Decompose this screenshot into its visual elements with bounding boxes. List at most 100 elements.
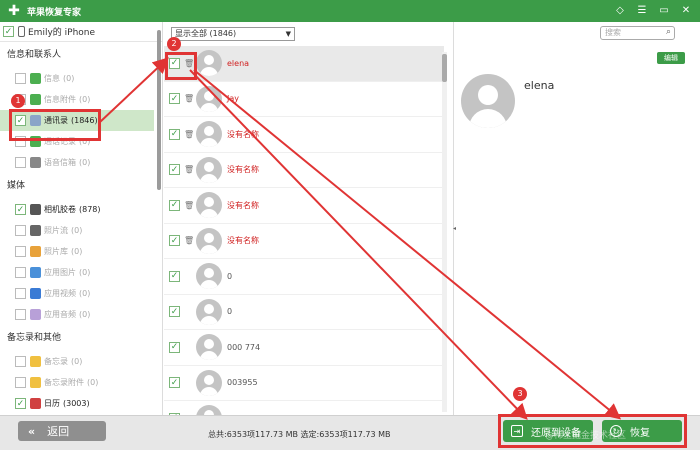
step-badge-1: 1 bbox=[11, 94, 25, 108]
device-row[interactable]: ✓ Emily的 iPhone bbox=[0, 22, 162, 42]
contact-row[interactable]: ✓ 🗑 elena bbox=[164, 46, 444, 82]
sidebar-item-count: (878) bbox=[79, 205, 101, 214]
list-scroll-thumb[interactable] bbox=[442, 54, 447, 82]
sidebar-item-checkbox[interactable] bbox=[15, 267, 26, 278]
settings-icon[interactable]: ☰ bbox=[634, 2, 650, 18]
notes-attach-icon bbox=[30, 377, 41, 388]
sidebar-item-count: (0) bbox=[79, 310, 91, 319]
sidebar-item-checkbox[interactable] bbox=[15, 136, 26, 147]
edit-button[interactable]: 编辑 bbox=[657, 52, 685, 64]
sidebar-group-title: 信息和联系人 bbox=[7, 50, 62, 60]
sidebar-item-label: 照片库 bbox=[44, 247, 68, 256]
contact-checkbox[interactable]: ✓ bbox=[169, 377, 180, 389]
diamond-icon[interactable]: ◇ bbox=[612, 2, 628, 18]
trash-icon: 🗑 bbox=[184, 236, 195, 246]
contact-name: 没有名称 bbox=[227, 129, 259, 139]
app-photo-icon bbox=[30, 267, 41, 278]
contact-checkbox[interactable]: ✓ bbox=[169, 306, 180, 318]
contact-checkbox[interactable]: ✓ bbox=[169, 270, 180, 282]
sidebar-item-count: (0) bbox=[63, 74, 75, 83]
contact-checkbox[interactable]: ✓ bbox=[169, 341, 180, 353]
contact-checkbox[interactable]: ✓ bbox=[169, 57, 180, 69]
contact-checkbox[interactable]: ✓ bbox=[169, 128, 180, 140]
sidebar-item-checkbox[interactable] bbox=[15, 225, 26, 236]
camera-icon bbox=[30, 204, 41, 215]
contact-checkbox[interactable]: ✓ bbox=[169, 164, 180, 176]
contact-row[interactable]: ✓ 🗑 没有名称 bbox=[164, 117, 444, 153]
plus-logo-icon: ✚ bbox=[8, 3, 20, 19]
device-checkbox[interactable]: ✓ bbox=[3, 26, 14, 37]
sidebar-item-checkbox[interactable] bbox=[15, 309, 26, 320]
contact-row[interactable]: ✓ 003955 bbox=[164, 366, 444, 401]
contact-row[interactable]: ✓ 0 bbox=[164, 259, 444, 295]
minimize-icon[interactable]: ▭ bbox=[656, 2, 672, 18]
search-icon[interactable]: ⌕ bbox=[666, 26, 671, 38]
sidebar-item-label: 语音信箱 bbox=[44, 158, 76, 167]
sidebar-item-checkbox[interactable] bbox=[15, 377, 26, 388]
phone-device-icon bbox=[18, 26, 25, 37]
sidebar-item-app-photo[interactable]: 应用图片 (0) bbox=[0, 262, 162, 283]
contact-checkbox[interactable]: ✓ bbox=[169, 199, 180, 211]
photos-icon bbox=[30, 246, 41, 257]
contact-name: Jay bbox=[227, 94, 239, 104]
search-input[interactable]: 搜索 ⌕ bbox=[600, 26, 675, 40]
sidebar-item-music[interactable]: 应用音频 (0) bbox=[0, 304, 162, 325]
sidebar-item-checkbox[interactable]: ✓ bbox=[15, 204, 26, 215]
sidebar-item-label: 备忘录附件 bbox=[44, 378, 84, 387]
sidebar-item-calendar[interactable]: ✓ 日历 (3003) bbox=[0, 393, 162, 414]
app-window: ✚ 苹果恢复专家 ◇ ☰ ▭ ✕ ✓ Emily的 iPhone 信息和联系人信… bbox=[0, 0, 700, 450]
chevron-down-icon: ▼ bbox=[285, 30, 291, 38]
contact-checkbox[interactable]: ✓ bbox=[169, 235, 180, 247]
contact-avatar-icon bbox=[196, 85, 222, 112]
contact-avatar-icon bbox=[196, 192, 222, 219]
contact-row[interactable]: ✓ 🗑 没有名称 bbox=[164, 224, 444, 259]
contact-row[interactable]: ✓ 0 bbox=[164, 295, 444, 330]
close-icon[interactable]: ✕ bbox=[678, 2, 694, 18]
back-button[interactable]: « 返回 bbox=[18, 421, 106, 441]
sidebar-item-checkbox[interactable] bbox=[15, 288, 26, 299]
contact-avatar bbox=[461, 74, 515, 128]
sidebar-item-message[interactable]: 信息 (0) bbox=[0, 68, 162, 89]
sidebar-item-checkbox[interactable]: ✓ bbox=[15, 115, 26, 126]
contact-row[interactable]: ✓ 🗑 Jay bbox=[164, 82, 444, 117]
sidebar-scrollbar[interactable] bbox=[157, 30, 161, 190]
sidebar-item-voicemail[interactable]: 语音信箱 (0) bbox=[0, 152, 162, 173]
sidebar-item-checkbox[interactable] bbox=[15, 73, 26, 84]
sidebar-item-app-video[interactable]: 应用视频 (0) bbox=[0, 283, 162, 304]
notes-icon bbox=[30, 356, 41, 367]
sidebar-item-checkbox[interactable] bbox=[15, 356, 26, 367]
sidebar-item-camera[interactable]: ✓ 相机胶卷 (878) bbox=[0, 199, 162, 220]
sidebar-item-label: 应用音频 bbox=[44, 310, 76, 319]
sidebar-item-checkbox[interactable] bbox=[15, 157, 26, 168]
sidebar-item-label: 日历 bbox=[44, 399, 60, 408]
filter-select[interactable]: 显示全部 (1846) ▼ bbox=[171, 27, 295, 41]
sidebar-item-notes-attach[interactable]: 备忘录附件 (0) bbox=[0, 372, 162, 393]
sidebar-item-phone[interactable]: 通话记录 (0) bbox=[0, 131, 162, 152]
sidebar-item-count: (0) bbox=[79, 268, 91, 277]
trash-icon: 🗑 bbox=[184, 200, 195, 210]
contact-row[interactable]: ✓ 000 774 bbox=[164, 330, 444, 366]
sidebar-item-label: 应用视频 bbox=[44, 289, 76, 298]
list-scrollbar[interactable] bbox=[442, 52, 447, 412]
contact-row[interactable]: ✓ bbox=[164, 401, 444, 415]
title-bar: ✚ 苹果恢复专家 ◇ ☰ ▭ ✕ bbox=[0, 0, 700, 22]
filter-value: 显示全部 (1846) bbox=[175, 29, 237, 38]
sidebar-item-photostream[interactable]: 照片流 (0) bbox=[0, 220, 162, 241]
contacts-icon bbox=[30, 115, 41, 126]
recover-label: 恢复 bbox=[630, 427, 650, 439]
collapse-arrow-icon[interactable]: ◂ bbox=[453, 225, 456, 232]
contact-row[interactable]: ✓ 🗑 没有名称 bbox=[164, 153, 444, 188]
contact-checkbox[interactable]: ✓ bbox=[169, 93, 180, 105]
sidebar-item-contacts[interactable]: ✓ 通讯录 (1846) bbox=[0, 110, 154, 131]
contact-name: 没有名称 bbox=[227, 200, 259, 210]
contact-row[interactable]: ✓ 🗑 没有名称 bbox=[164, 188, 444, 224]
device-export-icon: ⇥ bbox=[511, 425, 523, 437]
sidebar-item-photos[interactable]: 照片库 (0) bbox=[0, 241, 162, 262]
sidebar-item-notes[interactable]: 备忘录 (0) bbox=[0, 351, 162, 372]
sidebar-item-label: 应用图片 bbox=[44, 268, 76, 277]
sidebar-item-checkbox[interactable] bbox=[15, 246, 26, 257]
sidebar-item-label: 备忘录 bbox=[44, 357, 68, 366]
sidebar-item-label: 照片流 bbox=[44, 226, 68, 235]
sidebar-item-checkbox[interactable]: ✓ bbox=[15, 398, 26, 409]
sidebar-item-count: (0) bbox=[79, 137, 91, 146]
